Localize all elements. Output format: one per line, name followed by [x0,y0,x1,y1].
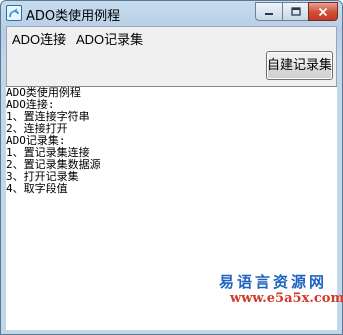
close-icon [318,7,328,16]
maximize-button[interactable] [282,2,309,21]
close-button[interactable] [308,2,338,21]
watermark-brand: 易语言资源网 [219,273,328,291]
minimize-icon [265,12,273,15]
menu-ado-recordset[interactable]: ADO记录集 [76,29,143,48]
maximize-icon [290,6,301,16]
window-title: ADO类使用例程 [26,9,121,24]
output-line: 4、取字段值 [6,182,68,195]
menu-bar: ADO连接 ADO记录集 [7,27,336,47]
watermark-url: www.e5a5x.com [230,291,343,306]
title-bar[interactable]: ADO类使用例程 [1,1,342,26]
minimize-button[interactable] [255,2,283,21]
menu-ado-connection[interactable]: ADO连接 [12,29,66,48]
app-icon [6,5,22,21]
app-window: ADO类使用例程 ADO连接 ADO记录集 自建记录集 ADO类使用例程 ADO… [0,0,343,335]
create-recordset-button[interactable]: 自建记录集 [266,51,333,80]
